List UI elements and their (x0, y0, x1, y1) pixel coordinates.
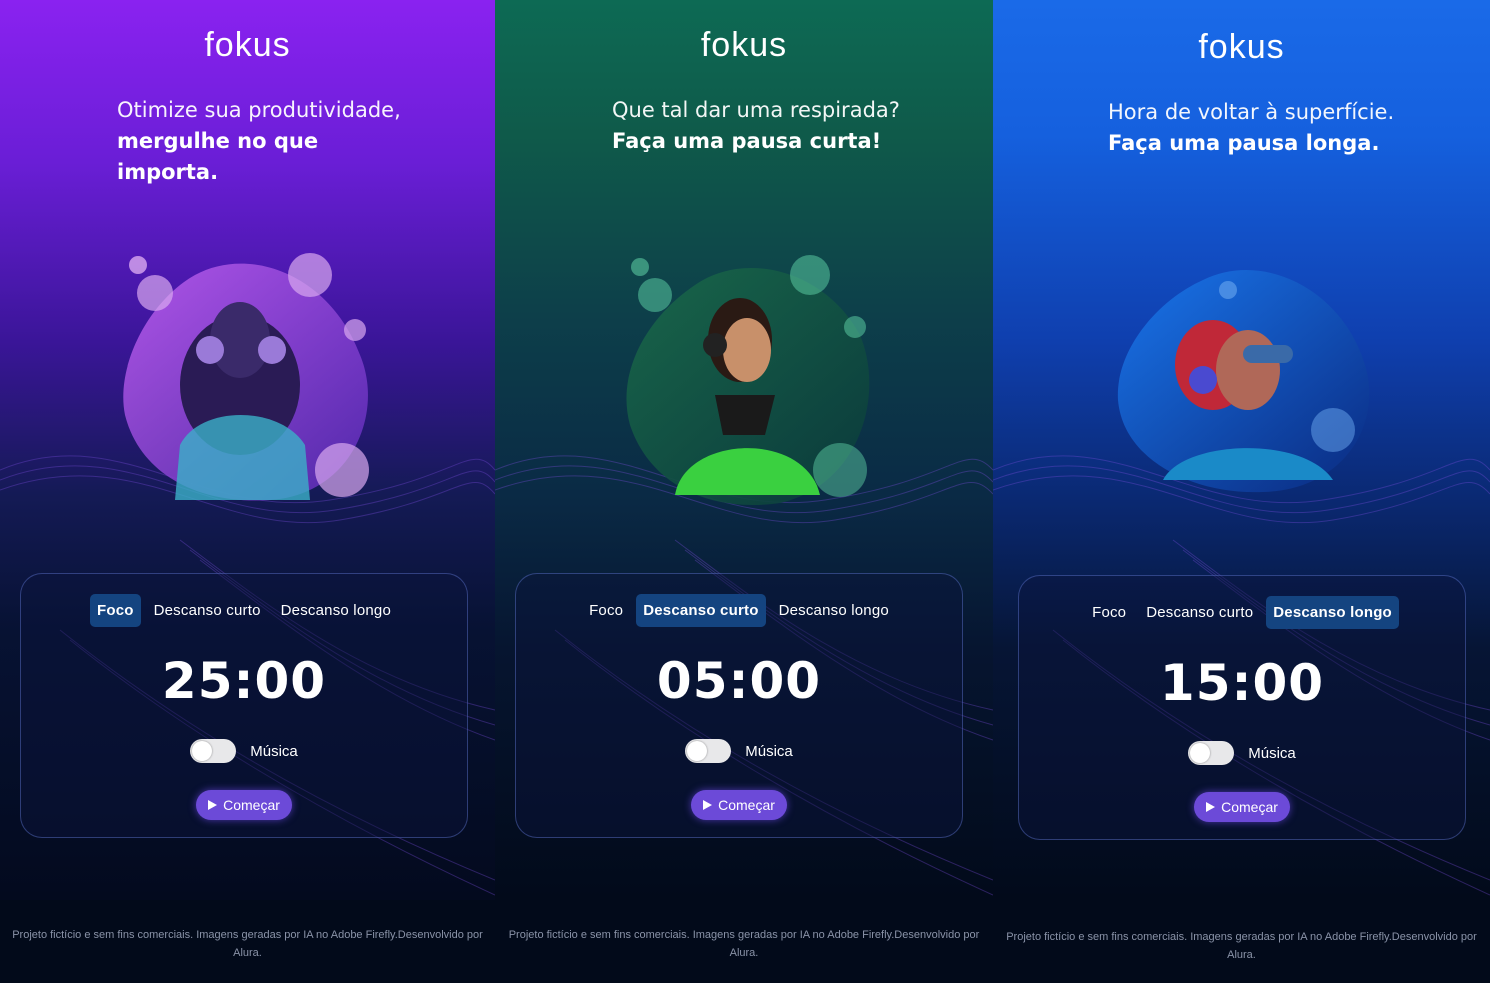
mode-tabs: Foco Descanso curto Descanso longo (516, 594, 962, 627)
screen-descanso-curto: fokus Que tal dar uma respirada? Faça um… (495, 0, 993, 983)
headline: Hora de voltar à superfície. Faça uma pa… (1108, 97, 1408, 159)
footer-text: Projeto fictício e sem fins comerciais. … (12, 929, 483, 959)
start-button[interactable]: Começar (1194, 792, 1290, 822)
timer-display: 15:00 (1159, 654, 1325, 712)
play-icon (208, 800, 218, 810)
screen-foco: fokus Otimize sua produtividade, mergulh… (0, 0, 495, 983)
hero-illustration-swimmer-goggles (1117, 269, 1370, 493)
timer-card: Foco Descanso curto Descanso longo 25:00… (20, 573, 468, 838)
start-button[interactable]: Começar (691, 790, 787, 820)
start-label: Começar (223, 797, 280, 813)
toggle-knob (1190, 743, 1211, 763)
fokus-logo: fokus (204, 26, 291, 64)
tab-descanso-longo[interactable]: Descanso longo (1266, 596, 1399, 629)
timer-display: 25:00 (161, 652, 327, 710)
tab-descanso-curto[interactable]: Descanso curto (1139, 596, 1260, 629)
timer-display: 05:00 (656, 652, 822, 710)
music-label: Música (250, 742, 298, 760)
music-control: Música (516, 739, 962, 763)
fokus-logo: fokus (1198, 28, 1285, 66)
music-toggle[interactable] (685, 739, 732, 763)
headline-bold: Faça uma pausa curta! (612, 129, 882, 153)
start-label: Começar (718, 797, 775, 813)
mode-tabs: Foco Descanso curto Descanso longo (21, 594, 467, 627)
start-button[interactable]: Começar (196, 790, 292, 820)
headline-light: Hora de voltar à superfície. (1108, 100, 1395, 124)
tab-descanso-curto[interactable]: Descanso curto (636, 594, 766, 627)
headline: Que tal dar uma respirada? Faça uma paus… (612, 95, 912, 157)
music-toggle[interactable] (1188, 741, 1235, 765)
hero-illustration-woman-headphones (626, 255, 870, 505)
mode-tabs: Foco Descanso curto Descanso longo (1019, 596, 1465, 629)
toggle-knob (192, 741, 213, 761)
music-control: Música (1019, 741, 1465, 765)
tab-descanso-curto[interactable]: Descanso curto (147, 594, 268, 627)
tab-foco[interactable]: Foco (1085, 596, 1133, 629)
timer-card: Foco Descanso curto Descanso longo 05:00… (515, 573, 963, 838)
tab-foco[interactable]: Foco (582, 594, 630, 627)
music-label: Música (745, 742, 793, 760)
headline-light: Otimize sua produtividade, (117, 98, 401, 122)
start-label: Começar (1221, 799, 1278, 815)
music-toggle[interactable] (190, 739, 237, 763)
toggle-knob (687, 741, 708, 761)
play-icon (1206, 802, 1216, 812)
footer-text: Projeto fictício e sem fins comerciais. … (1006, 931, 1477, 961)
music-label: Música (1248, 744, 1296, 762)
headline: Otimize sua produtividade, mergulhe no q… (117, 95, 417, 188)
music-control: Música (21, 739, 467, 763)
timer-card: Foco Descanso curto Descanso longo 15:00… (1018, 575, 1466, 840)
tab-descanso-longo[interactable]: Descanso longo (772, 594, 896, 627)
hero-illustration-diver-headphones (123, 253, 369, 501)
headline-bold: mergulhe no que importa. (117, 129, 319, 184)
footer-text: Projeto fictício e sem fins comerciais. … (508, 929, 980, 959)
fokus-logo: fokus (700, 26, 788, 64)
play-icon (703, 800, 713, 810)
tab-foco[interactable]: Foco (89, 594, 141, 627)
screens-row: fokus Otimize sua produtividade, mergulh… (0, 0, 1490, 983)
headline-light: Que tal dar uma respirada? (612, 98, 900, 122)
headline-bold: Faça uma pausa longa. (1108, 131, 1380, 155)
screen-descanso-longo: fokus Hora de voltar à superfície. Faça … (993, 0, 1490, 983)
tab-descanso-longo[interactable]: Descanso longo (274, 594, 398, 627)
